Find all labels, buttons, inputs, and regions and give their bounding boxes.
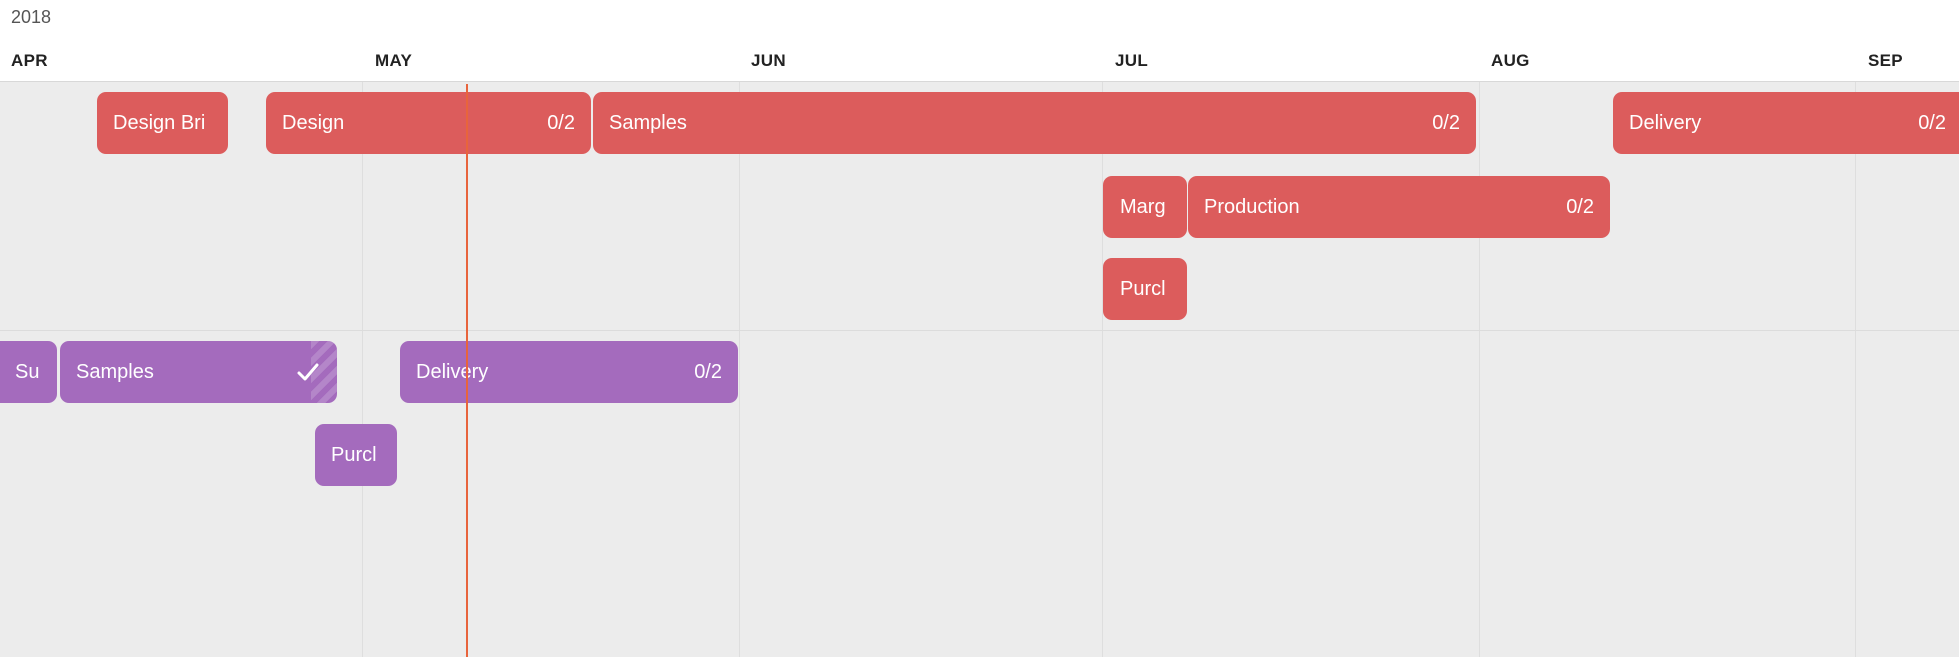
month-may: MAY (375, 51, 413, 70)
month-sep: SEP (1868, 51, 1903, 70)
task-samples-completed[interactable]: Samples (60, 341, 337, 403)
task-label: Design Bri (113, 112, 206, 134)
month-apr: APR (11, 51, 48, 70)
task-progress-count: 0/2 (694, 361, 722, 383)
task-label: Samples (609, 112, 687, 134)
task-progress-count: 0/2 (1432, 112, 1460, 134)
task-purchase[interactable]: Purcl (315, 424, 397, 486)
check-icon (297, 363, 319, 381)
task-progress-count: 0/2 (547, 112, 575, 134)
task-production[interactable]: Production 0/2 (1188, 176, 1610, 238)
task-progress-count: 0/2 (1566, 196, 1594, 218)
task-label: Purcl (331, 444, 377, 466)
task-label: Purcl (1120, 278, 1166, 300)
grid-line-aug (1479, 82, 1480, 657)
month-jul: JUL (1115, 51, 1149, 70)
task-design[interactable]: Design 0/2 (266, 92, 591, 154)
task-samples[interactable]: Samples 0/2 (593, 92, 1476, 154)
task-progress-count: 0/2 (1918, 112, 1946, 134)
task-design-brief[interactable]: Design Bri (97, 92, 228, 154)
month-aug: AUG (1491, 51, 1530, 70)
month-jun: JUN (751, 51, 786, 70)
grid-line-may (362, 82, 363, 657)
task-label: Samples (76, 361, 154, 383)
task-su[interactable]: Su (0, 341, 57, 403)
grid-line-jun (739, 82, 740, 657)
grid-line-jul (1102, 82, 1103, 657)
timeline-header: 2018 APR MAY JUN JUL AUG SEP (0, 0, 1959, 82)
task-label: Design (282, 112, 345, 134)
grid-line-sep (1855, 82, 1856, 657)
year-label: 2018 (11, 7, 52, 27)
task-marg[interactable]: Marg (1103, 176, 1187, 238)
task-delivery[interactable]: Delivery 0/2 (400, 341, 738, 403)
task-label: Delivery (1629, 112, 1702, 134)
task-label: Delivery (416, 361, 489, 383)
today-marker-line (466, 84, 468, 657)
task-delivery[interactable]: Delivery 0/2 (1613, 92, 1959, 154)
task-label: Su (15, 361, 40, 383)
row-group-divider (0, 330, 1959, 331)
task-label: Marg (1120, 196, 1166, 218)
task-label: Production (1204, 196, 1300, 218)
task-purchase[interactable]: Purcl (1103, 258, 1187, 320)
